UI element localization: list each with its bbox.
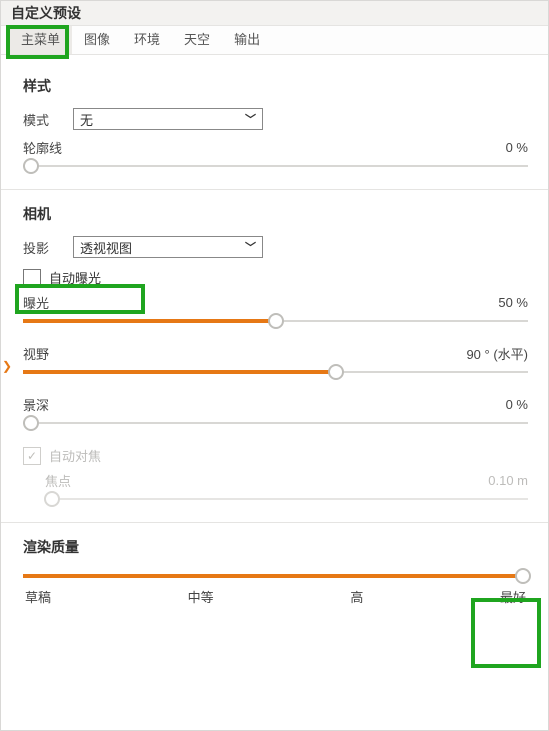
quality-slider-fill xyxy=(23,574,523,578)
row-focus: 焦点 0.10 m xyxy=(23,471,528,490)
mode-label: 模式 xyxy=(23,110,73,129)
section-quality-title: 渲染质量 xyxy=(23,537,528,557)
divider xyxy=(1,522,548,523)
focus-label: 焦点 xyxy=(45,471,71,490)
row-dof: 景深 0 % xyxy=(23,395,528,414)
dof-slider-line xyxy=(23,422,528,424)
quality-label-best: 最好 xyxy=(500,587,526,606)
focus-slider-line xyxy=(45,498,528,500)
fov-slider-fill xyxy=(23,370,336,374)
row-fov: 视野 90 ° (水平) xyxy=(23,344,528,363)
chevron-down-icon: ﹀ xyxy=(245,111,256,127)
quality-slider[interactable] xyxy=(23,569,528,583)
check-icon: ✓ xyxy=(27,450,37,462)
exposure-label: 曝光 xyxy=(23,293,49,312)
row-exposure: 曝光 50 % xyxy=(23,293,528,312)
exposure-slider-fill xyxy=(23,319,276,323)
tab-main[interactable]: 主菜单 xyxy=(9,26,72,54)
dof-slider-thumb[interactable] xyxy=(23,415,39,431)
tab-output[interactable]: 输出 xyxy=(222,26,272,54)
row-mode: 模式 无 ﹀ xyxy=(23,108,528,130)
projection-label: 投影 xyxy=(23,238,73,257)
exposure-slider-thumb[interactable] xyxy=(268,313,284,329)
mode-select-value: 无 xyxy=(80,110,93,129)
row-projection: 投影 透视视图 ﹀ xyxy=(23,236,528,258)
focus-slider xyxy=(45,492,528,506)
exposure-value: 50 % xyxy=(498,295,528,310)
tab-bar: 主菜单 图像 环境 天空 输出 xyxy=(1,26,548,55)
row-autofocus: ✓ 自动对焦 xyxy=(23,446,528,465)
fov-label: 视野 xyxy=(23,344,49,363)
exposure-slider[interactable] xyxy=(23,314,528,328)
tab-environment[interactable]: 环境 xyxy=(122,26,172,54)
quality-label-draft: 草稿 xyxy=(25,587,51,606)
divider xyxy=(1,189,548,190)
outline-slider[interactable] xyxy=(23,159,528,173)
row-auto-exposure: 自动曝光 xyxy=(23,268,528,287)
dof-label: 景深 xyxy=(23,395,49,414)
outline-slider-thumb[interactable] xyxy=(23,158,39,174)
tab-image[interactable]: 图像 xyxy=(72,26,122,54)
mode-select[interactable]: 无 ﹀ xyxy=(73,108,263,130)
autofocus-checkbox[interactable]: ✓ xyxy=(23,447,41,465)
auto-exposure-label: 自动曝光 xyxy=(49,268,101,287)
fov-value: 90 ° (水平) xyxy=(466,344,528,363)
quality-slider-thumb[interactable] xyxy=(515,568,531,584)
panel-content: 样式 模式 无 ﹀ 轮廓线 0 % 相机 投影 透视视图 ﹀ xyxy=(1,54,548,730)
section-camera-title: 相机 xyxy=(23,204,528,224)
tab-sky[interactable]: 天空 xyxy=(172,26,222,54)
chevron-down-icon: ﹀ xyxy=(245,239,256,255)
projection-select-value: 透视视图 xyxy=(80,238,132,257)
focus-slider-thumb xyxy=(44,491,60,507)
quality-label-high: 高 xyxy=(350,587,363,606)
outline-label: 轮廓线 xyxy=(23,138,62,157)
settings-window: 自定义预设 主菜单 图像 环境 天空 输出 ❯ 样式 模式 无 ﹀ 轮廓线 0 … xyxy=(0,0,549,731)
dof-value: 0 % xyxy=(506,397,528,412)
fov-slider-thumb[interactable] xyxy=(328,364,344,380)
row-outline: 轮廓线 0 % xyxy=(23,138,528,157)
autofocus-label: 自动对焦 xyxy=(49,446,101,465)
projection-select[interactable]: 透视视图 ﹀ xyxy=(73,236,263,258)
quality-labels: 草稿 中等 高 最好 xyxy=(23,587,528,606)
quality-label-medium: 中等 xyxy=(188,587,214,606)
section-style-title: 样式 xyxy=(23,76,528,96)
window-title: 自定义预设 xyxy=(1,1,548,26)
outline-slider-line xyxy=(23,165,528,167)
auto-exposure-checkbox[interactable] xyxy=(23,269,41,287)
outline-value: 0 % xyxy=(506,140,528,155)
dof-slider[interactable] xyxy=(23,416,528,430)
panel-collapse-chevron-icon[interactable]: ❯ xyxy=(2,360,12,372)
focus-value: 0.10 m xyxy=(488,473,528,488)
fov-slider[interactable] xyxy=(23,365,528,379)
